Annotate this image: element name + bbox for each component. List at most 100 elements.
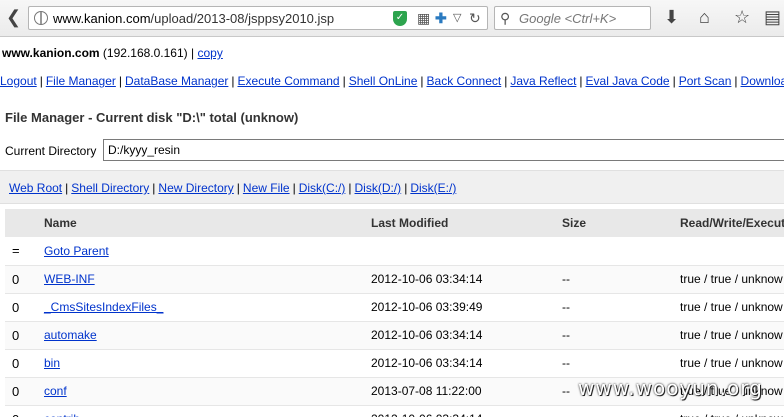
shield-icon[interactable]: ✓ (393, 11, 407, 26)
col-header-size[interactable]: Size (562, 209, 680, 237)
row-modified: 2012-10-06 03:34:14 (371, 356, 483, 370)
row-rwx: true / true / unknow (680, 328, 783, 342)
host-name: www.kanion.com (2, 46, 100, 60)
search-icon: ⚲ (500, 10, 511, 26)
quick-link-separator: | (65, 181, 69, 195)
menu-separator: | (579, 74, 583, 88)
table-row: 0 contrib 2012-10-06 03:34:14 -- true / true… (5, 405, 784, 417)
watermark: www.wooyun.org (578, 376, 763, 400)
row-rwx: true / true / unknow (680, 272, 783, 286)
row-name[interactable]: WEB-INF (44, 272, 95, 286)
row-modified: 2012-10-06 03:39:49 (371, 300, 483, 314)
row-rwx: true / true / unknow (680, 300, 783, 314)
menu-back-connect[interactable]: Back Connect (427, 74, 502, 88)
menu-separator: | (672, 74, 676, 88)
menu-file-manager[interactable]: File Manager (46, 74, 116, 88)
row-size: -- (562, 300, 570, 314)
row-icon: 0 (12, 355, 20, 371)
row-icon: 0 (12, 327, 20, 343)
quick-link-separator: | (236, 181, 240, 195)
col-header-modified[interactable]: Last Modified (371, 209, 562, 237)
col-header-name[interactable]: Name (44, 209, 371, 237)
row-icon: 0 (12, 271, 20, 287)
table-row: 0 bin 2012-10-06 03:34:14 -- true / true / u… (5, 349, 784, 378)
address-bar[interactable]: www.kanion.com/upload/2013-08/jsppsy2010… (28, 6, 488, 30)
add-icon[interactable]: ✚ (435, 11, 447, 25)
menu-download-remote-file[interactable]: Download Remote File (741, 74, 784, 88)
menu-java-reflect[interactable]: Java Reflect (510, 74, 576, 88)
row-modified: 2012-10-06 03:34:14 (371, 272, 483, 286)
menu-execute-command[interactable]: Execute Command (238, 74, 340, 88)
quick-link-web-root[interactable]: Web Root (9, 181, 62, 195)
reading-list-icon[interactable]: ▤ (764, 8, 781, 26)
current-dir-label: Current Directory (5, 144, 97, 158)
goto-parent-link[interactable]: Goto Parent (44, 244, 109, 258)
quick-link-disk-c[interactable]: Disk(C:/) (299, 181, 346, 195)
row-modified: 2013-07-08 11:22:00 (371, 384, 482, 398)
quick-links: Web Root | Shell Directory | New Directory | N… (9, 181, 456, 195)
table-row: 0 automake 2012-10-06 03:34:14 -- true / tru… (5, 321, 784, 350)
menu-database-manager[interactable]: DataBase Manager (125, 74, 228, 88)
main-menu: Logout | File Manager | DataBase Manager | Exe… (0, 74, 784, 88)
quick-link-separator: | (348, 181, 352, 195)
row-icon: 0 (12, 412, 19, 417)
host-ip: (192.168.0.161) (102, 46, 188, 60)
quick-link-separator: | (292, 181, 296, 195)
row-name[interactable]: _CmsSitesIndexFiles_ (44, 300, 163, 314)
row-modified: 2012-10-06 03:34:14 (371, 412, 482, 417)
row-name[interactable]: automake (44, 328, 97, 342)
copy-link[interactable]: copy (197, 46, 222, 60)
row-size: -- (562, 356, 570, 370)
search-bar[interactable]: ⚲ Google <Ctrl+K> (494, 6, 651, 30)
menu-separator: | (420, 74, 424, 88)
table-row: 0 WEB-INF 2012-10-06 03:34:14 -- true / true… (5, 265, 784, 294)
back-icon[interactable]: ❮ (6, 8, 21, 26)
row-size: -- (562, 384, 570, 398)
quick-links-bar: Web Root | Shell Directory | New Directory | N… (0, 170, 784, 204)
menu-eval-java-code[interactable]: Eval Java Code (586, 74, 670, 88)
row-name[interactable]: contrib (44, 412, 80, 417)
quick-link-new-file[interactable]: New File (243, 181, 290, 195)
col-header-icon (5, 209, 44, 237)
menu-separator: | (39, 74, 43, 88)
table-header: Name Last Modified Size Read/Write/Execu… (5, 209, 784, 237)
row-modified: 2012-10-06 03:34:14 (371, 328, 483, 342)
menu-separator: | (342, 74, 346, 88)
home-icon[interactable]: ⌂ (699, 8, 710, 26)
table-row: 0 _CmsSitesIndexFiles_ 2012-10-06 03:39:49… (5, 293, 784, 322)
reload-icon[interactable]: ↻ (469, 11, 481, 25)
row-icon: 0 (12, 383, 20, 399)
globe-icon (34, 11, 48, 25)
host-line: www.kanion.com (192.168.0.161) | copy (2, 46, 223, 60)
page-title: File Manager - Current disk "D:\" total … (5, 110, 299, 125)
parent-icon: = (5, 237, 44, 266)
col-header-rwx: Read/Write/Execute (680, 209, 784, 237)
menu-shell-online[interactable]: Shell OnLine (349, 74, 418, 88)
menu-logout[interactable]: Logout (0, 74, 37, 88)
quick-link-new-directory[interactable]: New Directory (158, 181, 233, 195)
quick-link-disk-e[interactable]: Disk(E:/) (410, 181, 456, 195)
bookmark-star-icon[interactable]: ☆ (734, 8, 750, 26)
quick-link-shell-directory[interactable]: Shell Directory (71, 181, 149, 195)
row-size: -- (562, 272, 570, 286)
host-separator: | (191, 46, 195, 60)
quick-link-separator: | (152, 181, 156, 195)
quick-link-disk-d[interactable]: Disk(D:/) (355, 181, 402, 195)
row-icon: 0 (12, 299, 20, 315)
download-icon[interactable]: ⬇ (664, 8, 679, 26)
dropdown-icon[interactable]: ▽ (453, 11, 461, 25)
menu-separator: | (734, 74, 738, 88)
row-name[interactable]: bin (44, 356, 60, 370)
menu-separator: | (118, 74, 122, 88)
quick-link-separator: | (404, 181, 408, 195)
url-text[interactable]: www.kanion.com/upload/2013-08/jsppsy2010… (53, 11, 334, 26)
row-name[interactable]: conf (44, 384, 67, 398)
row-size: -- (562, 328, 570, 342)
menu-port-scan[interactable]: Port Scan (679, 74, 732, 88)
current-dir-input[interactable] (103, 139, 784, 161)
page-content: www.kanion.com (192.168.0.161) | copy Lo… (0, 37, 784, 417)
menu-separator: | (231, 74, 235, 88)
search-placeholder: Google <Ctrl+K> (519, 11, 617, 26)
menu-separator: | (504, 74, 508, 88)
qr-icon[interactable]: ▦ (417, 11, 430, 25)
